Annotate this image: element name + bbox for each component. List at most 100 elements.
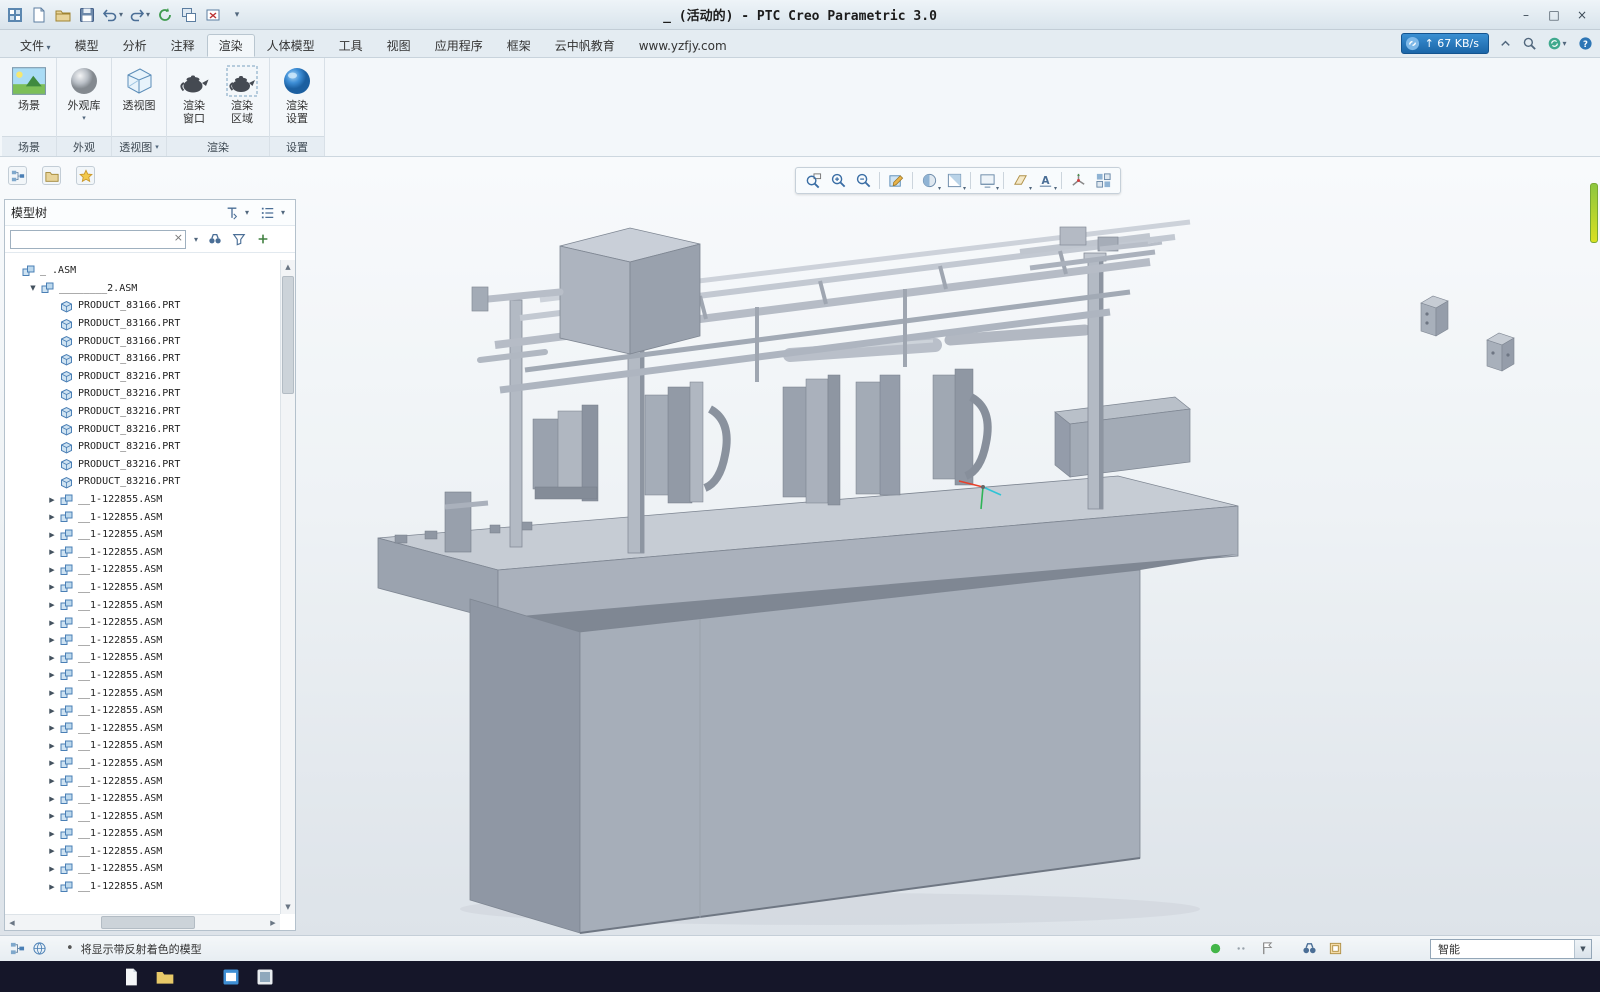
vertical-scroll-thumb[interactable] <box>282 276 294 394</box>
open-file-button[interactable] <box>52 4 74 26</box>
annotation-display-button[interactable]: A▾ <box>1033 170 1057 191</box>
filter-button[interactable] <box>230 230 248 248</box>
tree-row[interactable]: PRODUCT_83216.PRT <box>5 456 280 474</box>
expand-icon[interactable]: ▶ <box>45 742 59 750</box>
minimize-button[interactable]: – <box>1512 4 1540 26</box>
collapse-ribbon-button[interactable] <box>1496 35 1514 53</box>
datum-display-button[interactable]: ▾ <box>1008 170 1032 191</box>
tab-渲染[interactable]: 渲染 <box>207 34 255 57</box>
tab-分析[interactable]: 分析 <box>111 34 159 57</box>
expand-icon[interactable]: ▶ <box>45 812 59 820</box>
tab-工具[interactable]: 工具 <box>327 34 375 57</box>
close-button[interactable]: × <box>1568 4 1596 26</box>
taskbar-app-1[interactable] <box>118 964 144 990</box>
app-icon[interactable] <box>4 4 26 26</box>
expand-icon[interactable]: ▶ <box>45 707 59 715</box>
tree-row[interactable]: ▶__1-122855.ASM <box>5 702 280 720</box>
tree-row[interactable]: PRODUCT_83166.PRT <box>5 315 280 333</box>
search-button[interactable] <box>1520 35 1538 53</box>
tab-注释[interactable]: 注释 <box>159 34 207 57</box>
taskbar-app-3[interactable] <box>218 964 244 990</box>
perspective-view-button[interactable]: 透视图 <box>115 63 163 113</box>
view-manager-button[interactable] <box>1091 170 1115 191</box>
tree-row[interactable]: ▶__1-122855.ASM <box>5 631 280 649</box>
tab-文件[interactable]: 文件 ▾ <box>8 34 63 57</box>
tree-row[interactable]: ▶__1-122855.ASM <box>5 579 280 597</box>
group-footer-场景[interactable]: 场景 <box>2 136 56 156</box>
regenerate-button[interactable] <box>154 4 176 26</box>
tree-settings-button[interactable]: ▾ <box>225 206 253 220</box>
scroll-up-arrow-icon[interactable]: ▲ <box>281 260 295 274</box>
tree-horizontal-scrollbar[interactable]: ◀ ▶ <box>5 914 280 930</box>
zoom-out-button[interactable] <box>851 170 875 191</box>
tree-row[interactable]: _ .ASM <box>5 262 280 280</box>
tree-row[interactable]: PRODUCT_83166.PRT <box>5 332 280 350</box>
collapse-icon[interactable]: ▼ <box>26 284 40 292</box>
tree-vertical-scrollbar[interactable]: ▲ ▼ <box>280 260 295 914</box>
tree-row[interactable]: ▶__1-122855.ASM <box>5 755 280 773</box>
folder-browser-button[interactable] <box>42 166 61 185</box>
tree-row[interactable]: PRODUCT_83216.PRT <box>5 368 280 386</box>
spin-center-button[interactable] <box>1066 170 1090 191</box>
render-window-button[interactable]: 渲染窗口 <box>170 63 218 125</box>
expand-icon[interactable]: ▶ <box>45 531 59 539</box>
tree-row[interactable]: ▶__1-122855.ASM <box>5 684 280 702</box>
find-in-model-button[interactable] <box>1300 940 1318 958</box>
horizontal-scroll-thumb[interactable] <box>101 916 195 929</box>
select-box-button[interactable] <box>1326 940 1344 958</box>
tab-视图[interactable]: 视图 <box>375 34 423 57</box>
undo-button[interactable]: ▾ <box>100 4 125 26</box>
redo-button[interactable]: ▾ <box>127 4 152 26</box>
taskbar-app-2[interactable] <box>152 964 178 990</box>
tab-框架[interactable]: 框架 <box>495 34 543 57</box>
right-edge-indicator[interactable] <box>1590 183 1598 243</box>
tree-row[interactable]: PRODUCT_83216.PRT <box>5 438 280 456</box>
expand-icon[interactable]: ▶ <box>45 566 59 574</box>
tree-row[interactable]: ▶__1-122855.ASM <box>5 491 280 509</box>
web-browser-button[interactable] <box>30 940 48 958</box>
show-navigator-button[interactable] <box>8 166 27 185</box>
find-button[interactable] <box>206 230 224 248</box>
show-list-button[interactable]: ▾ <box>261 206 289 220</box>
taskbar-app-4[interactable] <box>252 964 278 990</box>
expand-icon[interactable]: ▶ <box>45 777 59 785</box>
tree-row[interactable]: ▶__1-122855.ASM <box>5 772 280 790</box>
expand-icon[interactable]: ▶ <box>45 619 59 627</box>
tree-row[interactable]: PRODUCT_83166.PRT <box>5 297 280 315</box>
section-button[interactable]: ▾ <box>942 170 966 191</box>
tree-row[interactable]: ▶__1-122855.ASM <box>5 614 280 632</box>
scroll-left-arrow-icon[interactable]: ◀ <box>5 915 19 930</box>
tab-云中帆教育[interactable]: 云中帆教育 <box>543 34 627 57</box>
tree-row[interactable]: ▶__1-122855.ASM <box>5 526 280 544</box>
tree-row[interactable]: PRODUCT_83216.PRT <box>5 403 280 421</box>
tree-row[interactable]: ▶__1-122855.ASM <box>5 790 280 808</box>
tree-row[interactable]: ▶__1-122855.ASM <box>5 544 280 562</box>
sync-button[interactable]: ▾ <box>1544 35 1570 53</box>
scroll-down-arrow-icon[interactable]: ▼ <box>281 900 295 914</box>
combo-dropdown-arrow-icon[interactable]: ▼ <box>1574 940 1591 958</box>
tree-row[interactable]: ▶__1-122855.ASM <box>5 561 280 579</box>
selection-filter-combo[interactable]: 智能 ▼ <box>1430 939 1592 959</box>
tab-模型[interactable]: 模型 <box>63 34 111 57</box>
expand-icon[interactable]: ▶ <box>45 759 59 767</box>
expand-icon[interactable]: ▶ <box>45 865 59 873</box>
expand-icon[interactable]: ▶ <box>45 830 59 838</box>
tree-row[interactable]: ▶__1-122855.ASM <box>5 807 280 825</box>
tree-row[interactable]: PRODUCT_83216.PRT <box>5 473 280 491</box>
expand-icon[interactable]: ▶ <box>45 654 59 662</box>
floating-part-blocks[interactable] <box>1421 296 1514 371</box>
expand-icon[interactable]: ▶ <box>45 636 59 644</box>
favorites-button[interactable] <box>76 166 95 185</box>
tree-row[interactable]: ▶__1-122855.ASM <box>5 649 280 667</box>
render-region-button[interactable]: 渲染区域 <box>218 63 266 125</box>
expand-icon[interactable]: ▶ <box>45 496 59 504</box>
search-dropdown-arrow-icon[interactable]: ▾ <box>190 235 202 244</box>
expand-icon[interactable]: ▶ <box>45 847 59 855</box>
help-button[interactable]: ? <box>1576 35 1594 53</box>
tree-row[interactable]: ▶__1-122855.ASM <box>5 825 280 843</box>
zoom-fit-button[interactable] <box>801 170 825 191</box>
tree-row[interactable]: ▶__1-122855.ASM <box>5 508 280 526</box>
group-footer-透视图[interactable]: 透视图▾ <box>112 136 166 156</box>
tree-row[interactable]: ▶__1-122855.ASM <box>5 737 280 755</box>
tree-row[interactable]: ▶__1-122855.ASM <box>5 878 280 896</box>
